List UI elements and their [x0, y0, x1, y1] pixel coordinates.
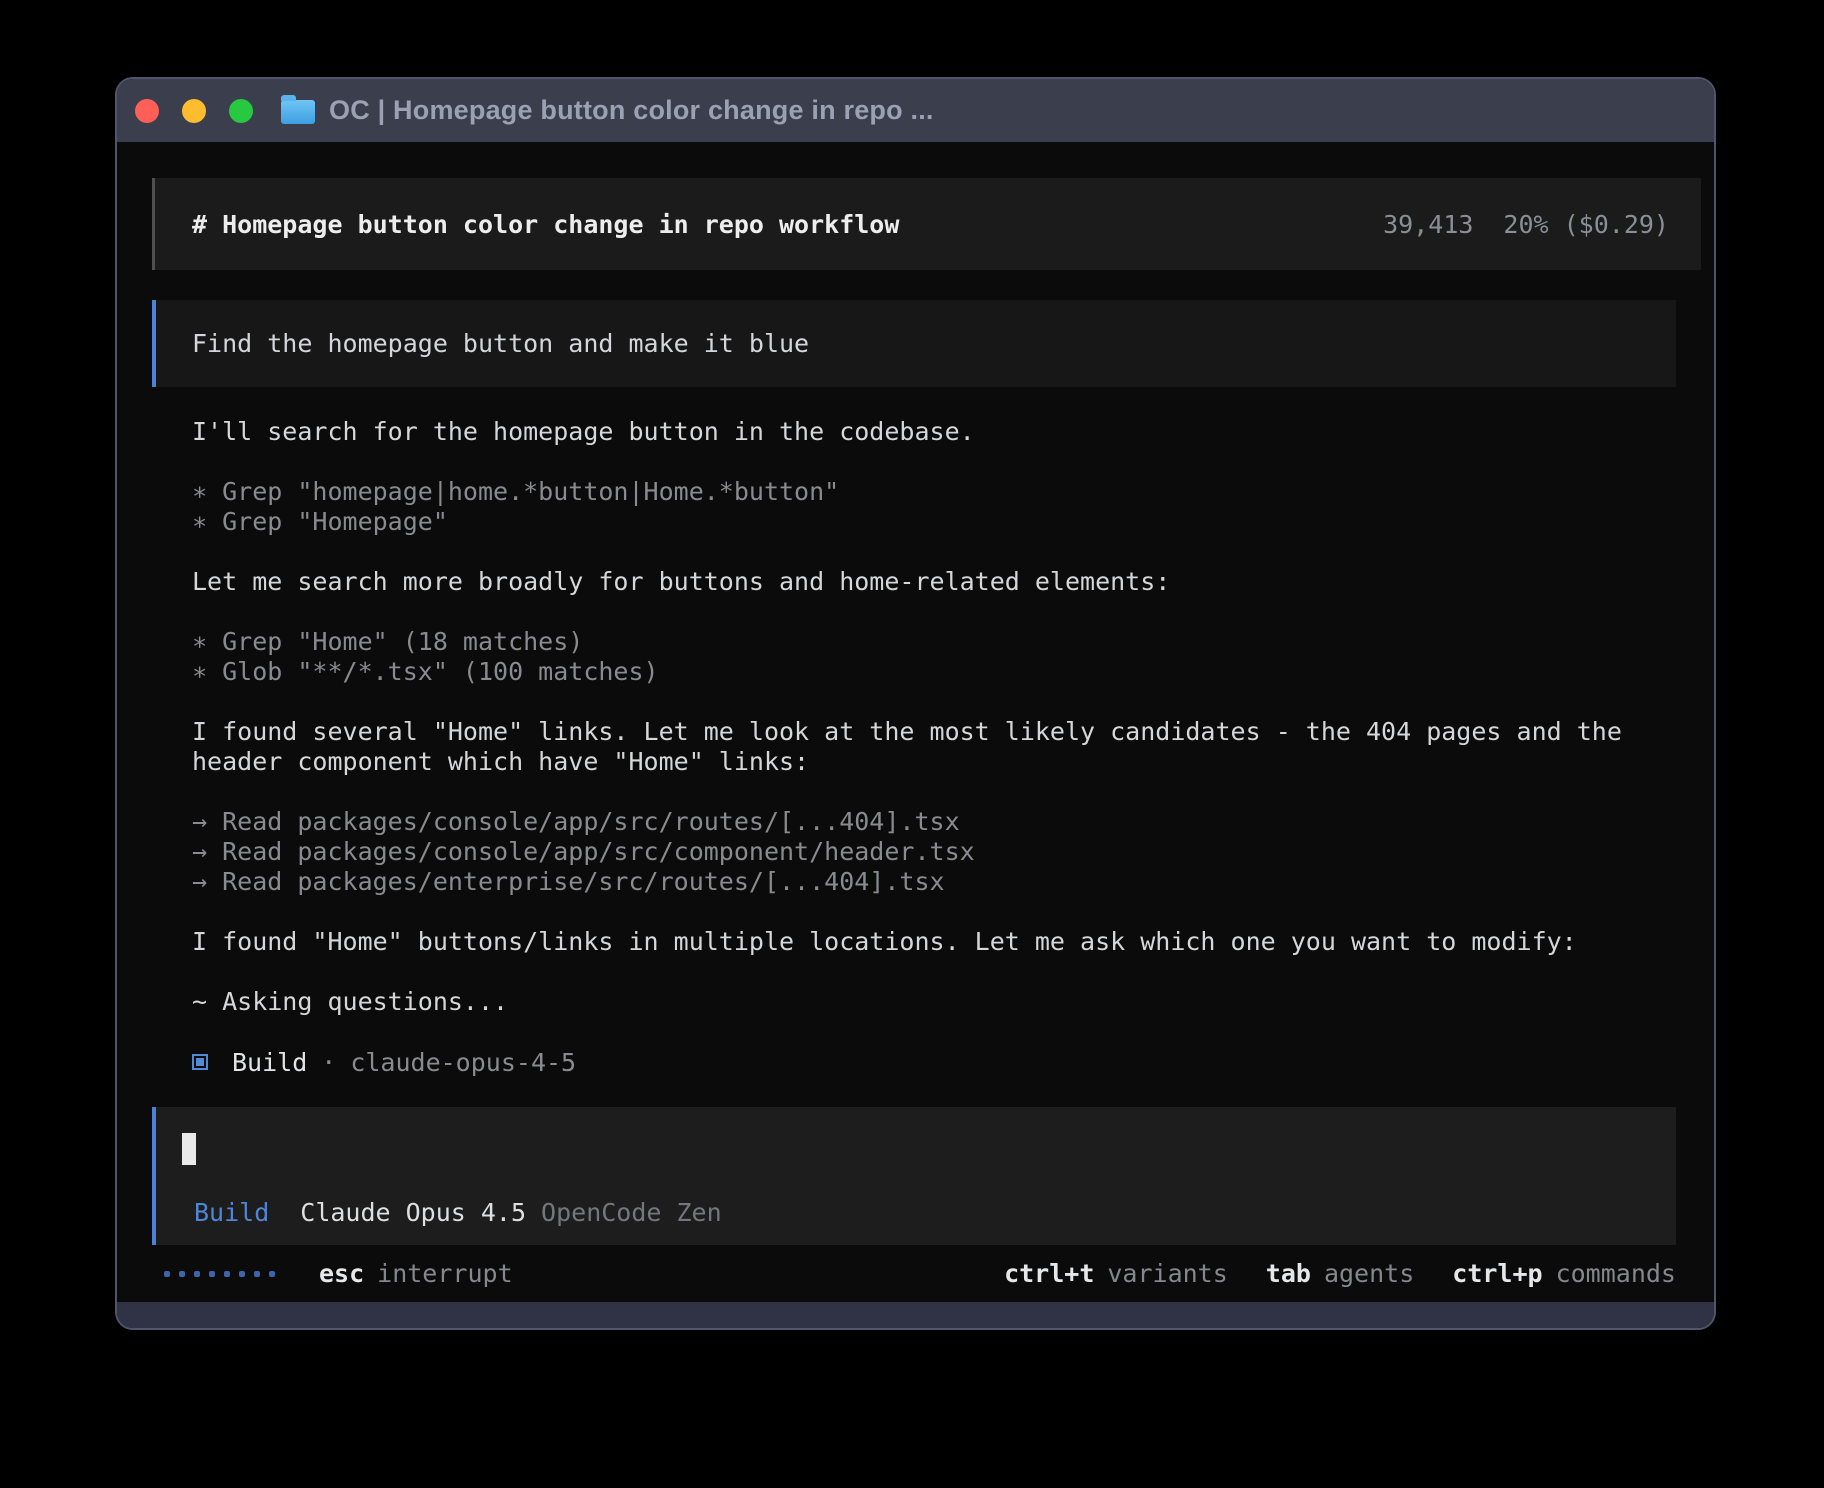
- input-provider-label: OpenCode Zen: [541, 1198, 722, 1227]
- shortcut-label-variants: variants: [1107, 1259, 1227, 1289]
- shortcut-key-ctrl-t: ctrl+t: [1004, 1259, 1094, 1289]
- terminal-content: # Homepage button color change in repo w…: [117, 142, 1714, 1302]
- token-count: 39,413: [1383, 210, 1473, 239]
- shortcut-key-tab: tab: [1266, 1259, 1311, 1289]
- assistant-transcript: I'll search for the homepage button in t…: [152, 417, 1676, 1077]
- input-agent-label: Build: [194, 1198, 269, 1227]
- session-stats: 39,413 20% ($0.29): [1383, 210, 1669, 239]
- shortcut-label-interrupt: interrupt: [377, 1259, 512, 1289]
- assistant-paragraph: I'll search for the homepage button in t…: [192, 417, 1676, 447]
- context-usage: 20% ($0.29): [1503, 210, 1669, 239]
- tool-call-glob: ∗ Glob "**/*.tsx" (100 matches): [192, 657, 1676, 687]
- window-bottom-strip: [117, 1302, 1714, 1328]
- window-title: OC | Homepage button color change in rep…: [329, 95, 934, 126]
- user-message-text: Find the homepage button and make it blu…: [192, 329, 809, 358]
- tool-call-read: → Read packages/console/app/src/routes/[…: [192, 807, 1676, 837]
- agent-badge: Build · claude-opus-4-5: [192, 1047, 1676, 1077]
- session-title: # Homepage button color change in repo w…: [192, 210, 1383, 239]
- session-header: # Homepage button color change in repo w…: [152, 178, 1701, 270]
- shortcut-label-agents: agents: [1324, 1259, 1414, 1289]
- tool-call-grep: ∗ Grep "Homepage": [192, 507, 1676, 537]
- shortcut-variants: ctrl+t variants: [1004, 1259, 1228, 1289]
- status-bar: esc interrupt ctrl+t variants tab agents…: [152, 1259, 1676, 1289]
- user-message: Find the homepage button and make it blu…: [152, 300, 1676, 387]
- shortcut-key-esc: esc: [319, 1259, 364, 1289]
- spinner-dots-icon: [164, 1271, 275, 1277]
- minimize-window-button[interactable]: [182, 99, 206, 123]
- assistant-paragraph: Let me search more broadly for buttons a…: [192, 567, 1676, 597]
- shortcut-hints: ctrl+t variants tab agents ctrl+p comman…: [966, 1259, 1676, 1289]
- close-window-button[interactable]: [135, 99, 159, 123]
- window-titlebar[interactable]: OC | Homepage button color change in rep…: [117, 79, 1714, 142]
- traffic-lights: [135, 99, 253, 123]
- assistant-status-line: ~ Asking questions...: [192, 987, 1676, 1017]
- terminal-window: OC | Homepage button color change in rep…: [115, 77, 1716, 1330]
- agent-model: claude-opus-4-5: [350, 1048, 576, 1077]
- agent-name: Build: [232, 1048, 307, 1077]
- input-meta: Build Claude Opus 4.5 OpenCode Zen: [182, 1198, 1676, 1227]
- zoom-window-button[interactable]: [229, 99, 253, 123]
- input-model-label: Claude Opus 4.5: [300, 1198, 526, 1227]
- assistant-paragraph: I found several "Home" links. Let me loo…: [192, 717, 1676, 777]
- tool-call-grep: ∗ Grep "homepage|home.*button|Home.*butt…: [192, 477, 1676, 507]
- assistant-paragraph: I found "Home" buttons/links in multiple…: [192, 927, 1676, 957]
- shortcut-key-ctrl-p: ctrl+p: [1452, 1259, 1542, 1289]
- tool-call-read: → Read packages/console/app/src/componen…: [192, 837, 1676, 867]
- agent-square-icon: [192, 1054, 208, 1070]
- prompt-input[interactable]: Build Claude Opus 4.5 OpenCode Zen: [152, 1107, 1676, 1245]
- badge-separator: ·: [321, 1048, 336, 1077]
- tool-call-grep: ∗ Grep "Home" (18 matches): [192, 627, 1676, 657]
- shortcut-agents: tab agents: [1266, 1259, 1414, 1289]
- text-cursor: [182, 1133, 196, 1165]
- folder-icon: [281, 100, 315, 124]
- shortcut-label-commands: commands: [1556, 1259, 1676, 1289]
- shortcut-commands: ctrl+p commands: [1452, 1259, 1676, 1289]
- tool-call-read: → Read packages/enterprise/src/routes/[.…: [192, 867, 1676, 897]
